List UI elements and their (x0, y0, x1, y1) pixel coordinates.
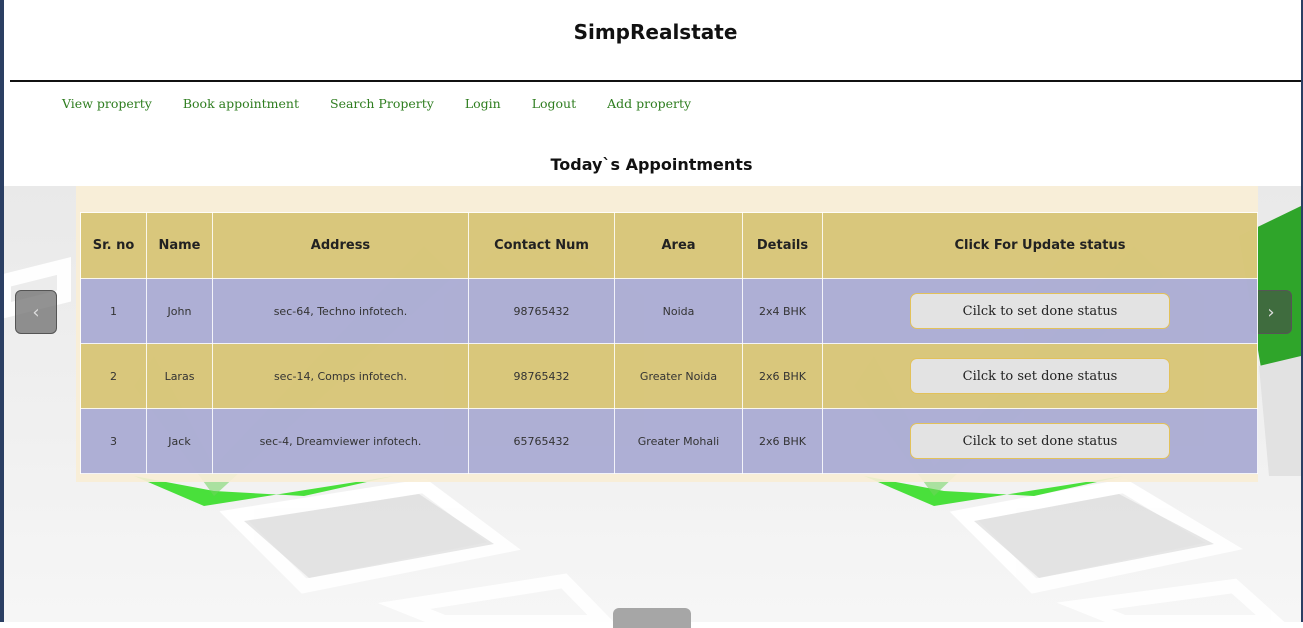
cell-area: Greater Noida (614, 343, 743, 409)
cell-name: John (146, 278, 213, 344)
cell-sr-no: 3 (80, 408, 147, 474)
table-row: 3 Jack sec-4, Dreamviewer infotech. 6576… (80, 408, 1258, 474)
header-update-status: Click For Update status (822, 212, 1258, 279)
set-done-status-button[interactable]: Cilck to set done status (910, 423, 1170, 459)
nav-logout[interactable]: Logout (532, 96, 576, 111)
cell-details: 2x6 BHK (742, 343, 823, 409)
main-nav: View property Book appointment Search Pr… (62, 96, 691, 111)
cell-contact: 98765432 (468, 278, 615, 344)
cell-sr-no: 2 (80, 343, 147, 409)
cell-action: Cilck to set done status (822, 278, 1258, 344)
cell-name: Laras (146, 343, 213, 409)
cell-area: Noida (614, 278, 743, 344)
cell-area: Greater Mohali (614, 408, 743, 474)
nav-add-property[interactable]: Add property (607, 96, 691, 111)
table-row: 2 Laras sec-14, Comps infotech. 98765432… (80, 343, 1258, 409)
appointments-panel: Sr. no Name Address Contact Num Area Det… (76, 186, 1258, 482)
chevron-right-icon: › (1267, 301, 1275, 323)
set-done-status-button[interactable]: Cilck to set done status (910, 293, 1170, 329)
cell-contact: 65765432 (468, 408, 615, 474)
cell-details: 2x4 BHK (742, 278, 823, 344)
cell-sr-no: 1 (80, 278, 147, 344)
cell-details: 2x6 BHK (742, 408, 823, 474)
table-header-row: Sr. no Name Address Contact Num Area Det… (80, 212, 1258, 279)
cell-action: Cilck to set done status (822, 408, 1258, 474)
site-title: SimpRealstate (573, 20, 738, 44)
header-details: Details (742, 212, 823, 279)
nav-login[interactable]: Login (465, 96, 501, 111)
nav-book-appointment[interactable]: Book appointment (183, 96, 299, 111)
nav-search-property[interactable]: Search Property (330, 96, 434, 111)
header-address: Address (212, 212, 469, 279)
header-area: Area (614, 212, 743, 279)
carousel-bottom-handle[interactable] (613, 608, 691, 628)
set-done-status-button[interactable]: Cilck to set done status (910, 358, 1170, 394)
header-contact-num: Contact Num (468, 212, 615, 279)
cell-contact: 98765432 (468, 343, 615, 409)
carousel-prev-button[interactable]: ‹ (15, 290, 57, 334)
cell-action: Cilck to set done status (822, 343, 1258, 409)
site-header: SimpRealstate (10, 0, 1301, 82)
page-heading: Today`s Appointments (550, 155, 753, 174)
header-sr-no: Sr. no (80, 212, 147, 279)
appointments-table: Sr. no Name Address Contact Num Area Det… (80, 212, 1258, 474)
cell-address: sec-4, Dreamviewer infotech. (212, 408, 469, 474)
cell-name: Jack (146, 408, 213, 474)
cell-address: sec-64, Techno infotech. (212, 278, 469, 344)
nav-view-property[interactable]: View property (62, 96, 152, 111)
header-name: Name (146, 212, 213, 279)
table-row: 1 John sec-64, Techno infotech. 98765432… (80, 278, 1258, 344)
cell-address: sec-14, Comps infotech. (212, 343, 469, 409)
chevron-left-icon: ‹ (32, 301, 40, 323)
